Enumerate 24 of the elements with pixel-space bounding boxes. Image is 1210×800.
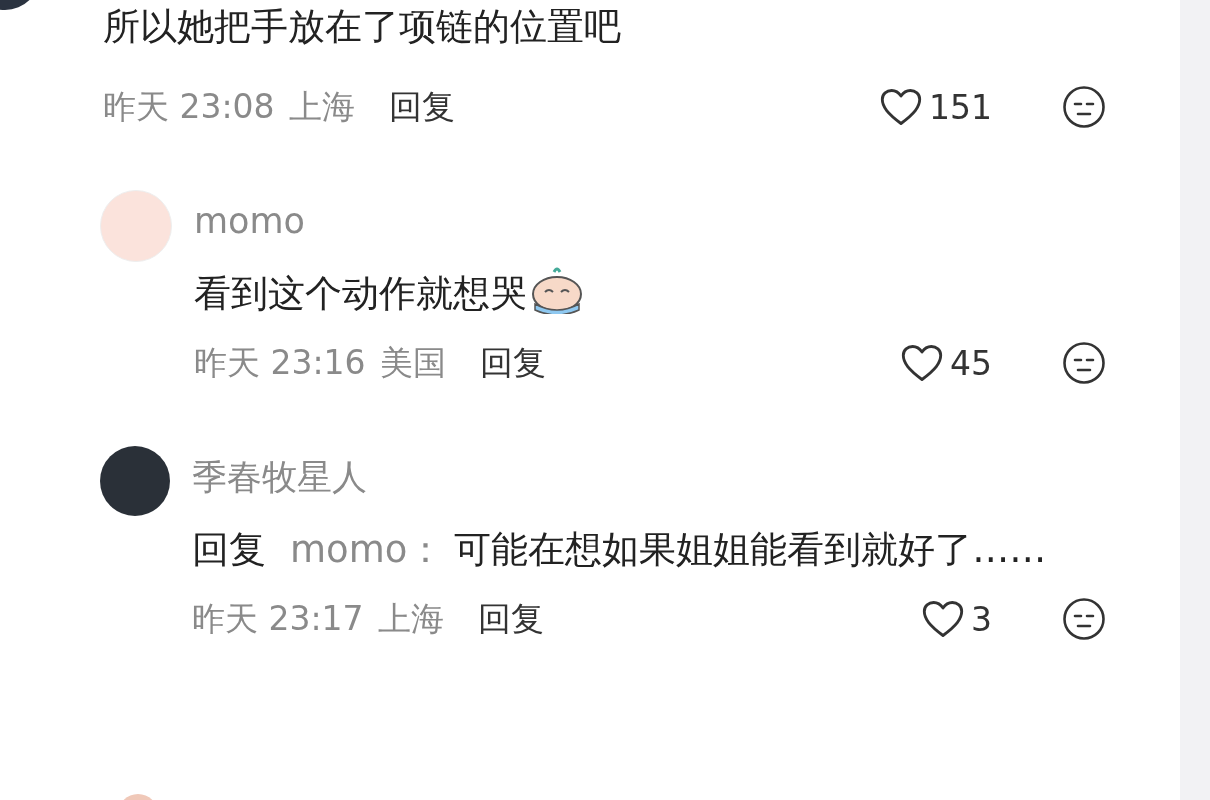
username: 季春牧星人 (192, 456, 368, 499)
username: momo (194, 200, 306, 243)
reply-button[interactable]: 回复 (479, 340, 546, 386)
comment-location: 上海 (288, 85, 355, 128)
like-icon[interactable] (921, 599, 965, 639)
like-icon[interactable] (900, 343, 944, 383)
face-icon[interactable] (1062, 341, 1106, 385)
reply-button[interactable]: 回复 (477, 596, 544, 642)
face-icon[interactable] (1062, 597, 1106, 641)
comment-time: 昨天 23:08 (103, 85, 275, 128)
comment-time: 昨天 23:17 (192, 597, 364, 640)
comment-location: 美国 (379, 341, 446, 384)
comment-text: 所以她把手放在了项链的位置吧 (103, 4, 622, 50)
like-count: 151 (929, 87, 992, 127)
comment-location: 上海 (377, 597, 444, 640)
like-count: 45 (950, 343, 992, 383)
reply-prefix: 回复 (192, 528, 266, 571)
comment-time: 昨天 23:16 (194, 341, 366, 384)
face-icon[interactable] (1062, 85, 1106, 129)
reply-text: 看到这个动作就想哭 (194, 272, 527, 315)
reply-text: 可能在想如果姐姐能看到就好了…… (454, 528, 1047, 571)
like-count: 3 (971, 599, 992, 639)
reply-button[interactable]: 回复 (388, 84, 455, 130)
like-icon[interactable] (879, 87, 923, 127)
